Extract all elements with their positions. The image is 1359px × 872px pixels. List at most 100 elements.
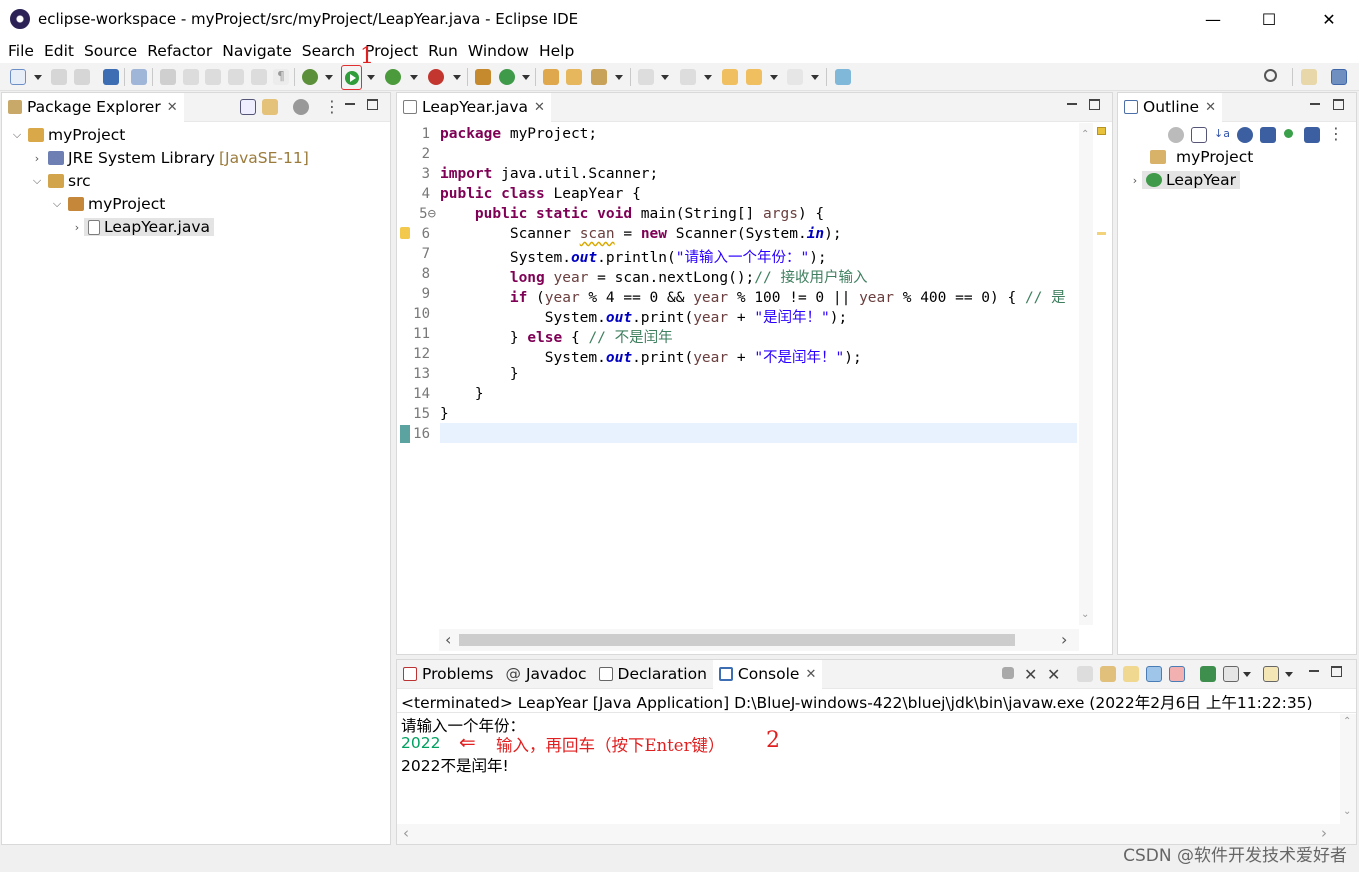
open-perspective-icon[interactable] (1301, 69, 1317, 85)
tab-console[interactable]: Console ✕ (712, 659, 823, 689)
close-tab-icon[interactable]: ✕ (534, 100, 545, 115)
prev-annotation-icon[interactable] (205, 69, 221, 85)
outline-item-class[interactable]: › LeapYear (1128, 169, 1241, 191)
open-task-icon[interactable] (566, 69, 582, 85)
chevron-right-icon[interactable]: › (30, 152, 44, 165)
scroll-right-icon[interactable]: › (1061, 630, 1067, 649)
block-selection-icon[interactable] (251, 69, 267, 85)
overview-warning-marker[interactable] (1097, 127, 1106, 135)
close-tab-icon[interactable]: ✕ (805, 667, 816, 682)
collapse-all-icon[interactable] (1191, 127, 1207, 143)
menu-help[interactable]: Help (534, 42, 579, 60)
tree-item-project[interactable]: ⌵ myProject (10, 124, 125, 146)
scroll-left-icon[interactable]: ‹ (403, 824, 409, 842)
menu-navigate[interactable]: Navigate (217, 42, 297, 60)
display-console-icon[interactable] (1223, 666, 1239, 682)
toggle-mark-icon[interactable] (228, 69, 244, 85)
minimize-outline-icon[interactable] (1310, 99, 1321, 110)
coverage-icon[interactable] (385, 69, 401, 85)
scroll-up-icon[interactable]: ⌃ (1343, 716, 1351, 727)
show-whitespace-icon[interactable]: ¶ (273, 69, 289, 85)
tab-problems[interactable]: Problems (397, 660, 499, 689)
close-tab-icon[interactable]: ✕ (1205, 100, 1216, 115)
terminate-icon[interactable] (1002, 667, 1014, 679)
scroll-right-icon[interactable]: › (1321, 824, 1327, 842)
run-button[interactable] (341, 65, 362, 90)
tab-leapyear-java[interactable]: LeapYear.java ✕ (397, 92, 551, 122)
external-tools-icon[interactable] (428, 69, 444, 85)
menu-file[interactable]: File (3, 42, 39, 60)
chevron-down-icon[interactable]: ⌵ (50, 197, 64, 211)
forward-icon[interactable] (787, 69, 803, 85)
tab-outline[interactable]: Outline ✕ (1118, 92, 1222, 122)
java-perspective-icon[interactable] (1331, 69, 1347, 85)
next-annotation-icon[interactable] (183, 69, 199, 85)
close-tab-icon[interactable]: ✕ (167, 100, 178, 115)
menu-edit[interactable]: Edit (39, 42, 79, 60)
terminal-icon[interactable] (103, 69, 119, 85)
link-with-editor-icon[interactable] (262, 99, 278, 115)
search-tool-icon[interactable] (591, 69, 607, 85)
view-menu-icon[interactable]: ⋮ (324, 97, 340, 116)
chevron-right-icon[interactable]: › (70, 221, 84, 234)
scroll-up-icon[interactable]: ⌃ (1081, 129, 1089, 140)
sort-icon[interactable]: ↓a (1214, 127, 1230, 143)
hide-static-icon[interactable] (1260, 127, 1276, 143)
editor-vertical-scrollbar[interactable]: ⌃ ⌄ (1079, 123, 1093, 625)
save-all-icon[interactable] (74, 69, 90, 85)
save-icon[interactable] (51, 69, 67, 85)
chevron-down-icon[interactable]: ⌵ (10, 128, 24, 142)
maximize-button[interactable]: ☐ (1240, 0, 1298, 38)
minimize-editor-icon[interactable] (1067, 99, 1078, 110)
new-java-package-icon[interactable] (475, 69, 491, 85)
view-menu-icon[interactable]: ⋮ (1328, 124, 1344, 143)
code-text-area[interactable]: package myProject; import java.util.Scan… (439, 123, 1077, 625)
maximize-console-icon[interactable] (1331, 666, 1342, 677)
scroll-down-icon[interactable]: ⌄ (1343, 806, 1351, 817)
tab-javadoc[interactable]: @ Javadoc (499, 660, 592, 689)
remove-launch-icon[interactable]: ✕ (1024, 665, 1040, 684)
pin-editor-icon[interactable] (835, 69, 851, 85)
console-vertical-scrollbar[interactable]: ⌃ ⌄ (1340, 714, 1356, 824)
hide-local-types-icon[interactable] (1304, 127, 1320, 143)
tree-item-src[interactable]: ⌵ src (30, 170, 91, 192)
editor-horizontal-scrollbar[interactable]: ‹ › (439, 629, 1079, 651)
overview-ruler-marker[interactable] (1097, 232, 1106, 235)
tree-item-package[interactable]: ⌵ myProject (50, 193, 165, 215)
open-type-icon[interactable] (543, 69, 559, 85)
minimize-view-icon[interactable] (345, 99, 356, 110)
maximize-view-icon[interactable] (367, 99, 378, 110)
close-button[interactable]: ✕ (1300, 0, 1358, 38)
tab-declaration[interactable]: Declaration (593, 660, 713, 689)
warning-marker-icon[interactable] (400, 227, 410, 239)
build-icon[interactable] (160, 69, 176, 85)
menu-window[interactable]: Window (463, 42, 534, 60)
show-stdout-icon[interactable] (1146, 666, 1162, 682)
chevron-right-icon[interactable]: › (1128, 174, 1142, 187)
scroll-left-icon[interactable]: ‹ (445, 630, 451, 649)
new-java-class-icon[interactable] (499, 69, 515, 85)
menu-search[interactable]: Search (297, 42, 360, 60)
menu-run[interactable]: Run (423, 42, 463, 60)
debug-icon[interactable] (302, 69, 318, 85)
search-icon[interactable] (1264, 69, 1277, 82)
horizontal-scroll-thumb[interactable] (459, 634, 1015, 646)
tree-item-file[interactable]: › LeapYear.java (70, 216, 215, 238)
hide-nonpublic-icon[interactable] (1284, 129, 1293, 138)
minimize-console-icon[interactable] (1309, 666, 1320, 677)
console-output-area[interactable]: 请输入一个年份： 2022 2022不是闰年! ⇐ 输入，再回车（按下Enter… (397, 714, 1340, 824)
skip-breakpoints-icon[interactable] (131, 69, 147, 85)
last-edit-location-icon[interactable] (722, 69, 738, 85)
minimize-button[interactable]: — (1184, 0, 1242, 38)
clear-console-icon[interactable] (1077, 666, 1093, 682)
word-wrap-icon[interactable] (1123, 666, 1139, 682)
hide-fields-icon[interactable] (1237, 127, 1253, 143)
open-console-icon[interactable] (1263, 666, 1279, 682)
new-icon[interactable] (10, 69, 26, 85)
filters-icon[interactable] (293, 99, 309, 115)
chevron-down-icon[interactable]: ⌵ (30, 174, 44, 188)
maximize-outline-icon[interactable] (1333, 99, 1344, 110)
collapse-all-icon[interactable] (240, 99, 256, 115)
scroll-lock-icon[interactable] (1100, 666, 1116, 682)
prev-edit-icon[interactable] (680, 69, 696, 85)
